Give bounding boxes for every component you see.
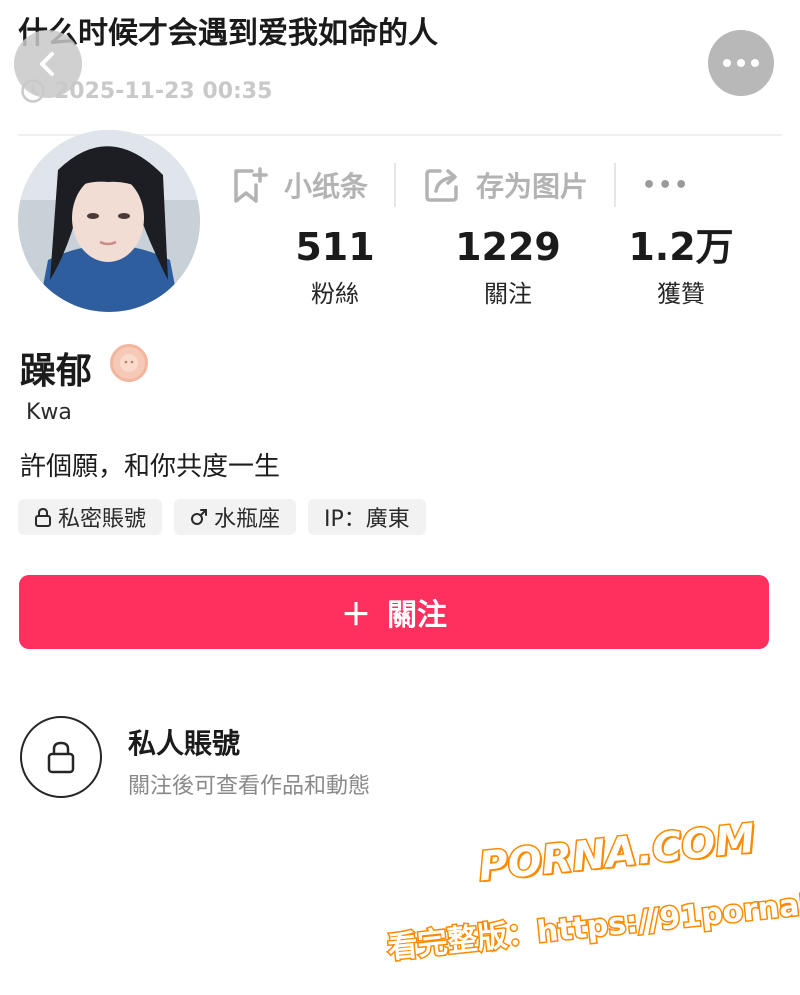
note-label: 小纸条 xyxy=(284,170,369,203)
share-export-icon xyxy=(425,169,458,202)
stat-likes[interactable]: 1.2万 獲贊 xyxy=(601,224,761,309)
stat-label: 粉絲 xyxy=(311,280,359,308)
post-timestamp: 2025-11-23 00:35 xyxy=(20,78,272,104)
profile-action-row: 小纸条 存为图片 ••• xyxy=(230,160,690,210)
action-divider xyxy=(394,163,397,207)
note-add-icon xyxy=(234,167,268,203)
profile-bio: 許個願，和你共度一生 xyxy=(20,452,281,482)
stat-value: 511 xyxy=(295,225,375,269)
more-dots-icon: ••• xyxy=(642,172,691,198)
save-image-button[interactable]: 存为图片 xyxy=(422,165,588,205)
avatar[interactable] xyxy=(18,130,200,312)
tag-zodiac: 水瓶座 xyxy=(174,499,297,535)
stat-followers[interactable]: 511 粉絲 xyxy=(255,224,415,309)
chevron-left-icon xyxy=(40,52,54,76)
plus-icon: ＋ xyxy=(341,598,371,633)
stat-label: 關注 xyxy=(484,280,532,308)
watermark-site: PORNA.COM xyxy=(475,814,759,892)
male-icon xyxy=(191,509,208,525)
more-options-button[interactable] xyxy=(708,30,774,96)
save-image-label: 存为图片 xyxy=(476,170,589,203)
more-dots-icon xyxy=(723,59,759,67)
stat-value: 1.2万 xyxy=(628,225,734,269)
tag-ip-location: IP：廣東 xyxy=(308,499,426,535)
private-lock-icon xyxy=(20,716,102,798)
profile-tags: 私密賬號 水瓶座 IP：廣東 xyxy=(18,499,426,535)
follow-button[interactable]: ＋ 關注 xyxy=(19,575,769,649)
tag-label: IP：廣東 xyxy=(324,507,410,532)
follow-label: 關注 xyxy=(387,598,447,633)
lock-icon xyxy=(35,507,51,527)
watermark-url: 看完整版：https://91porna26.com xyxy=(385,874,800,968)
tag-label: 私密賬號 xyxy=(58,507,147,532)
profile-name: 躁郁 xyxy=(20,351,93,392)
lock-icon xyxy=(47,741,75,774)
private-account-title: 私人賬號 xyxy=(128,727,241,760)
emoji-badge-icon xyxy=(110,344,148,382)
stat-following[interactable]: 1229 關注 xyxy=(428,224,588,309)
tag-private-account: 私密賬號 xyxy=(18,499,163,535)
tag-label: 水瓶座 xyxy=(214,507,281,532)
stat-value: 1229 xyxy=(455,225,561,269)
profile-handle: Kwa xyxy=(26,400,72,425)
clock-icon xyxy=(21,79,45,103)
avatar-image xyxy=(18,130,200,312)
private-account-subtitle: 關注後可查看作品和動態 xyxy=(128,774,371,799)
action-more-button[interactable]: ••• xyxy=(642,173,690,198)
note-button[interactable]: 小纸条 xyxy=(230,165,368,205)
overlay-caption: 什么时候才会遇到爱我如命的人 xyxy=(18,16,438,51)
stat-label: 獲贊 xyxy=(657,280,705,308)
action-divider xyxy=(614,163,617,207)
timestamp-text: 2025-11-23 00:35 xyxy=(54,78,273,104)
face-icon xyxy=(120,354,138,372)
